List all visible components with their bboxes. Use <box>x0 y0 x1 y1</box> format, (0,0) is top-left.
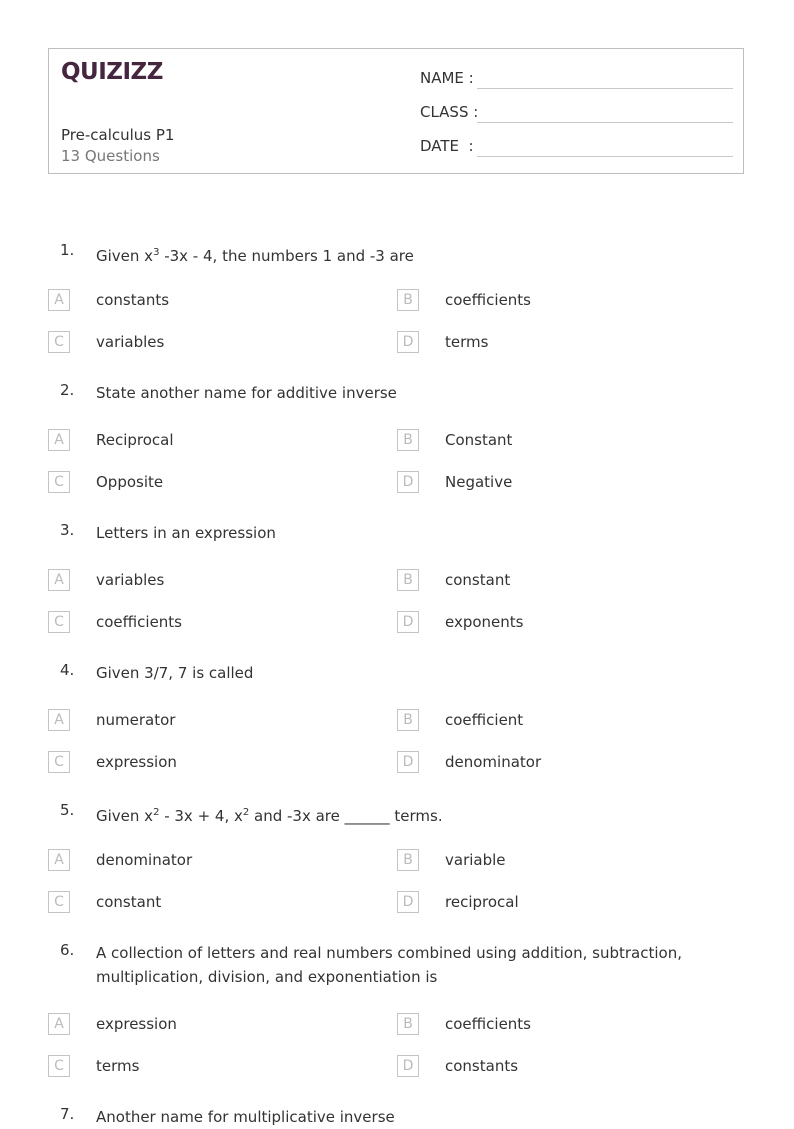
option-text: denominator <box>96 851 193 869</box>
option-text: numerator <box>96 711 176 729</box>
date-line[interactable] <box>477 156 733 157</box>
question-text: Letters in an expression <box>96 524 276 542</box>
option-letter-box[interactable]: C <box>48 471 70 493</box>
question-number: 2. <box>60 381 75 399</box>
question-number: 7. <box>60 1105 75 1123</box>
option-text: variables <box>96 571 165 589</box>
option-letter-box[interactable]: A <box>48 429 70 451</box>
option-text: constants <box>96 291 170 309</box>
option-letter-box[interactable]: C <box>48 331 70 353</box>
option-letter-box[interactable]: B <box>397 709 419 731</box>
name-field[interactable]: NAME : <box>420 69 733 89</box>
option-text: coefficients <box>96 613 183 631</box>
option-text: coefficients <box>445 291 532 309</box>
option-letter-box[interactable]: D <box>397 471 419 493</box>
option-letter-box[interactable]: C <box>48 891 70 913</box>
date-label: DATE : <box>420 137 474 155</box>
option-letter-box[interactable]: B <box>397 1013 419 1035</box>
option-text: Reciprocal <box>96 431 174 449</box>
option-text: coefficients <box>445 1015 532 1033</box>
question-text: State another name for additive inverse <box>96 384 397 402</box>
class-line[interactable] <box>477 122 733 123</box>
name-line[interactable] <box>477 88 733 89</box>
option-text: coefficient <box>445 711 524 729</box>
option-letter-box[interactable]: C <box>48 751 70 773</box>
question-count: 13 Questions <box>61 147 160 165</box>
option-letter-box[interactable]: B <box>397 569 419 591</box>
quizizz-logo: QUIZIZZ <box>61 59 163 85</box>
class-label: CLASS : <box>420 103 479 121</box>
option-letter-box[interactable]: B <box>397 849 419 871</box>
option-letter-box[interactable]: C <box>48 611 70 633</box>
option-text: reciprocal <box>445 893 519 911</box>
question-text: Given 3/7, 7 is called <box>96 664 254 682</box>
option-text: Constant <box>445 431 513 449</box>
option-letter-box[interactable]: B <box>397 289 419 311</box>
option-letter-box[interactable]: D <box>397 331 419 353</box>
option-text: constant <box>96 893 162 911</box>
option-letter-box[interactable]: A <box>48 1013 70 1035</box>
option-text: variable <box>445 851 506 869</box>
option-text: denominator <box>445 753 542 771</box>
option-text: terms <box>96 1057 140 1075</box>
question-number: 3. <box>60 521 75 539</box>
option-letter-box[interactable]: D <box>397 891 419 913</box>
question-text: Given x3 -3x - 4, the numbers 1 and -3 a… <box>96 247 414 265</box>
option-letter-box[interactable]: B <box>397 429 419 451</box>
option-text: variables <box>96 333 165 351</box>
worksheet-header: QUIZIZZ Pre-calculus P1 13 Questions NAM… <box>48 48 744 174</box>
option-letter-box[interactable]: D <box>397 1055 419 1077</box>
question-text: Given x2 - 3x + 4, x2 and -3x are ______… <box>96 807 443 825</box>
question-text: A collection of letters and real numbers… <box>96 944 682 986</box>
option-text: expression <box>96 753 177 771</box>
class-field[interactable]: CLASS : <box>420 103 733 123</box>
question-number: 4. <box>60 661 75 679</box>
question-number: 1. <box>60 241 75 259</box>
date-field[interactable]: DATE : <box>420 137 733 157</box>
option-letter-box[interactable]: D <box>397 751 419 773</box>
option-text: Negative <box>445 473 513 491</box>
option-letter-box[interactable]: A <box>48 849 70 871</box>
option-text: constants <box>445 1057 519 1075</box>
option-letter-box[interactable]: A <box>48 709 70 731</box>
name-label: NAME : <box>420 69 474 87</box>
option-letter-box[interactable]: C <box>48 1055 70 1077</box>
option-text: Opposite <box>96 473 164 491</box>
question-number: 5. <box>60 801 75 819</box>
option-text: constant <box>445 571 511 589</box>
option-text: exponents <box>445 613 524 631</box>
option-letter-box[interactable]: A <box>48 569 70 591</box>
worksheet-title: Pre-calculus P1 <box>61 126 175 144</box>
option-text: expression <box>96 1015 177 1033</box>
option-letter-box[interactable]: D <box>397 611 419 633</box>
question-text: Another name for multiplicative inverse <box>96 1108 395 1126</box>
question-number: 6. <box>60 941 75 959</box>
option-letter-box[interactable]: A <box>48 289 70 311</box>
option-text: terms <box>445 333 489 351</box>
